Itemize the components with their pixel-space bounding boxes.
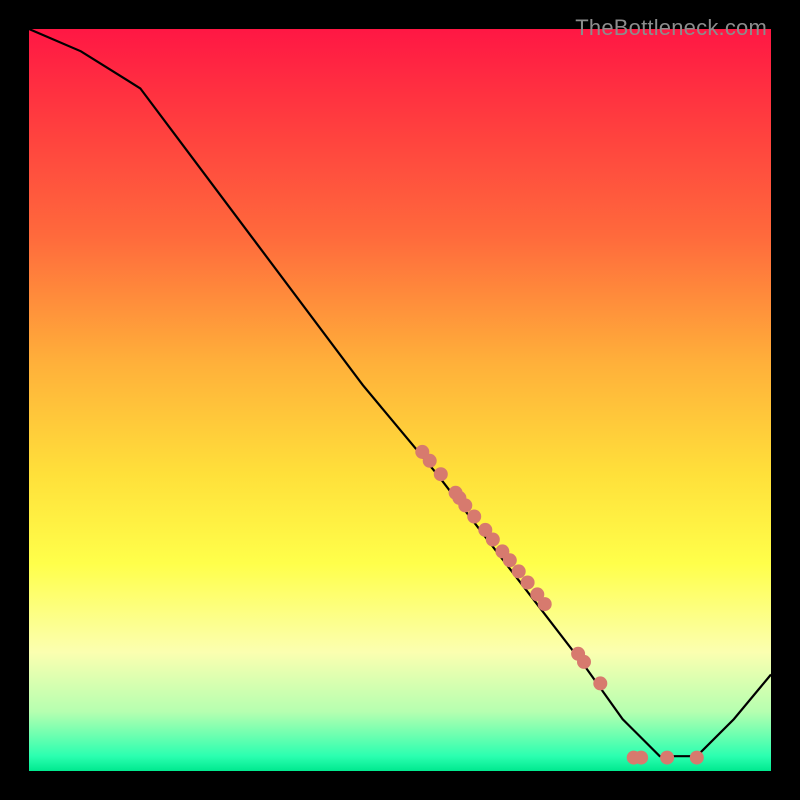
chart-frame: TheBottleneck.com: [15, 15, 785, 785]
data-point: [467, 510, 481, 524]
chart-plot-area: [29, 29, 771, 771]
data-point: [521, 576, 535, 590]
data-point: [593, 676, 607, 690]
data-points: [415, 445, 704, 765]
curve-line: [29, 29, 771, 756]
data-point: [690, 751, 704, 765]
data-point: [423, 454, 437, 468]
data-point: [512, 564, 526, 578]
data-point: [503, 553, 517, 567]
data-point: [486, 533, 500, 547]
data-point: [458, 498, 472, 512]
watermark-text: TheBottleneck.com: [575, 15, 767, 41]
chart-svg: [29, 29, 771, 771]
data-point: [660, 751, 674, 765]
data-point: [538, 597, 552, 611]
data-point: [434, 467, 448, 481]
data-point: [577, 655, 591, 669]
data-point: [634, 751, 648, 765]
